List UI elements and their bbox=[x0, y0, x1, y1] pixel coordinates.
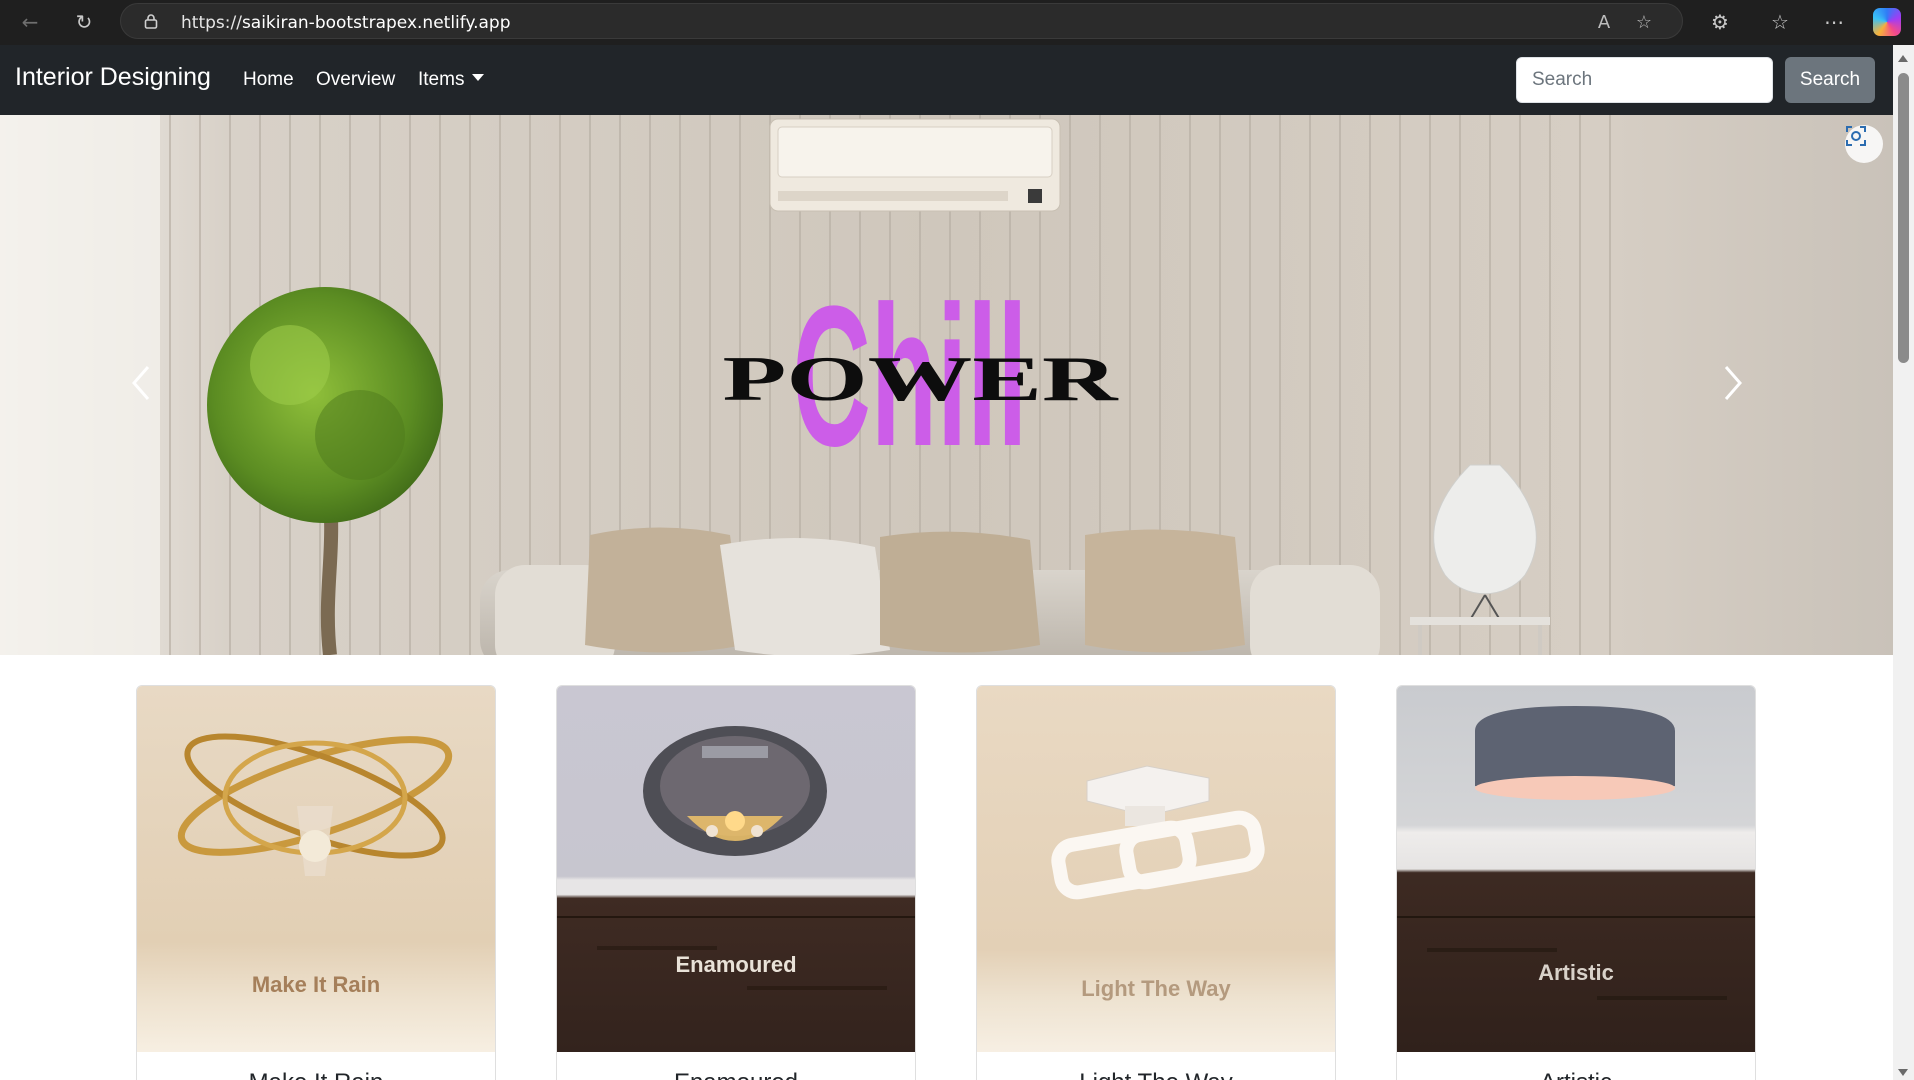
web-page: Interior Designing Home Overview Items S… bbox=[0, 45, 1893, 1080]
chandelier-glass-dome-icon bbox=[557, 726, 915, 990]
product-card-artistic[interactable]: Artistic Artistic bbox=[1396, 685, 1756, 1080]
carousel-next-icon[interactable] bbox=[1712, 359, 1752, 407]
card-image: Enamoured bbox=[557, 686, 915, 1052]
search-input[interactable] bbox=[1516, 57, 1773, 103]
scroll-down-arrow-icon[interactable] bbox=[1898, 1069, 1908, 1076]
card-image: Make It Rain bbox=[137, 686, 495, 1052]
url-text[interactable]: https://saikiran-bootstrapex.netlify.app bbox=[181, 13, 511, 33]
nav-link-overview[interactable]: Overview bbox=[316, 69, 395, 91]
copilot-icon[interactable] bbox=[1873, 8, 1901, 36]
page-scrollbar[interactable] bbox=[1893, 45, 1914, 1080]
card-title: Light The Way bbox=[977, 1069, 1335, 1080]
search-button[interactable]: Search bbox=[1785, 57, 1875, 103]
brand-logo-text[interactable]: Interior Designing bbox=[15, 63, 211, 92]
logo-power-text: POWER bbox=[723, 343, 1119, 414]
nav-dropdown-label: Items bbox=[418, 69, 465, 90]
caret-down-icon bbox=[472, 74, 485, 81]
card-title: Make It Rain bbox=[137, 1069, 495, 1080]
product-card-make-it-rain[interactable]: Make It Rain Make It Rain bbox=[136, 685, 496, 1080]
product-card-light-the-way[interactable]: Light The Way Light The Way bbox=[976, 685, 1336, 1080]
card-image-label: Artistic bbox=[1538, 960, 1614, 985]
ceiling-light-drum-icon bbox=[1397, 706, 1755, 1000]
lock-icon bbox=[144, 14, 158, 29]
scroll-up-arrow-icon[interactable] bbox=[1898, 55, 1908, 62]
scrollbar-thumb[interactable] bbox=[1898, 73, 1909, 363]
hero-living-room-image: Chill POWER bbox=[0, 115, 1893, 655]
card-title: Artistic bbox=[1397, 1069, 1755, 1080]
card-image-label: Light The Way bbox=[1081, 976, 1231, 1001]
site-navbar: Interior Designing Home Overview Items S… bbox=[0, 45, 1893, 115]
extensions-icon[interactable]: ⚙ bbox=[1706, 8, 1734, 36]
nav-link-home[interactable]: Home bbox=[243, 69, 294, 91]
card-image-label: Enamoured bbox=[675, 952, 797, 977]
back-arrow-icon[interactable]: ← bbox=[16, 8, 44, 36]
address-bar[interactable]: https://saikiran-bootstrapex.netlify.app… bbox=[120, 3, 1683, 39]
carousel-prev-icon[interactable] bbox=[122, 359, 162, 407]
card-image: Light The Way bbox=[977, 686, 1335, 1052]
browser-toolbar: ← ↻ https://saikiran-bootstrapex.netlify… bbox=[0, 0, 1914, 45]
read-aloud-icon[interactable]: A bbox=[1591, 9, 1617, 35]
card-title: Enamoured bbox=[557, 1069, 915, 1080]
favorites-list-icon[interactable]: ☆ bbox=[1766, 8, 1794, 36]
favorite-star-icon[interactable]: ☆ bbox=[1631, 9, 1657, 35]
hero-carousel: Chill POWER bbox=[0, 115, 1893, 655]
card-image-label: Make It Rain bbox=[251, 972, 381, 997]
nav-dropdown-items[interactable]: Items bbox=[418, 69, 485, 91]
card-image: Artistic bbox=[1397, 686, 1755, 1052]
refresh-icon[interactable]: ↻ bbox=[70, 8, 98, 36]
product-card-enamoured[interactable]: Enamoured Enamoured bbox=[556, 685, 916, 1080]
more-menu-icon[interactable]: ⋯ bbox=[1820, 8, 1848, 36]
visual-search-icon[interactable] bbox=[1845, 125, 1883, 163]
